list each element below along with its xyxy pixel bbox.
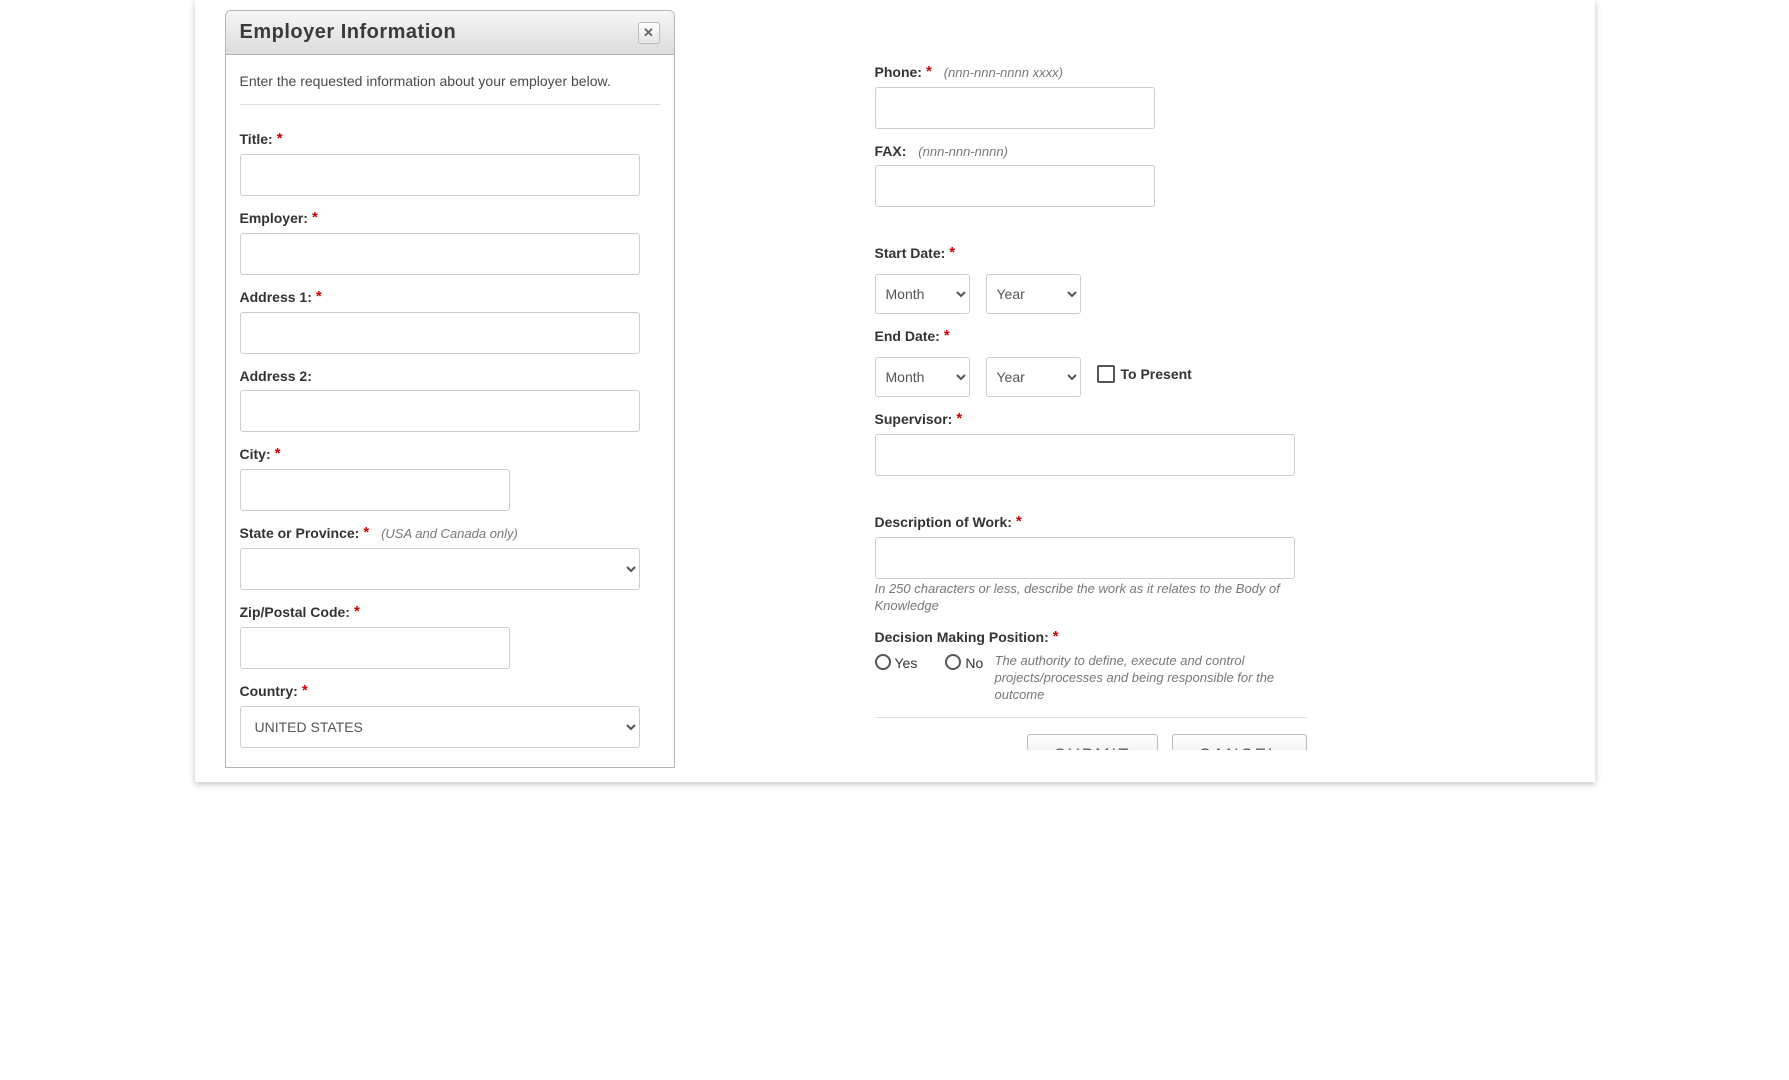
start-date-label: Start Date: <box>875 245 946 261</box>
right-column: Phone:* (nnn-nnn-nnnn xxxx) FAX: (nnn-nn… <box>875 10 1325 768</box>
field-title: Title:* <box>240 131 660 196</box>
state-label: State or Province: <box>240 525 360 541</box>
end-year-select[interactable]: Year <box>986 357 1081 397</box>
employer-input[interactable] <box>240 233 640 275</box>
field-decision: Decision Making Position:* Yes No The au… <box>875 629 1307 704</box>
employer-dialog: Employer Information ✕ Enter the request… <box>225 10 675 768</box>
field-start-date: Start Date:* Month Year <box>875 245 1307 314</box>
state-hint: (USA and Canada only) <box>373 526 518 541</box>
field-fax: FAX: (nnn-nnn-nnnn) <box>875 143 1307 207</box>
zip-input[interactable] <box>240 627 510 669</box>
country-label: Country: <box>240 683 298 699</box>
required-icon: * <box>273 130 283 147</box>
address2-input[interactable] <box>240 390 640 432</box>
end-month-select[interactable]: Month <box>875 357 970 397</box>
right-scroll[interactable]: Phone:* (nnn-nnn-nnnn xxxx) FAX: (nnn-nn… <box>875 10 1325 750</box>
field-supervisor: Supervisor:* <box>875 411 1307 476</box>
required-icon: * <box>359 524 369 541</box>
field-state: State or Province:* (USA and Canada only… <box>240 525 660 590</box>
city-input[interactable] <box>240 469 510 511</box>
required-icon: * <box>940 327 950 344</box>
to-present-label: To Present <box>1121 366 1192 382</box>
description-input[interactable] <box>875 537 1295 579</box>
fax-hint: (nnn-nnn-nnnn) <box>910 144 1008 159</box>
supervisor-label: Supervisor: <box>875 411 953 427</box>
field-end-date: End Date:* Month Year To Present <box>875 328 1307 397</box>
address2-label: Address 2: <box>240 368 312 384</box>
decision-no-label: No <box>965 655 983 671</box>
title-input[interactable] <box>240 154 640 196</box>
button-row: SUBMIT CANCEL <box>875 717 1307 750</box>
required-icon: * <box>298 682 308 699</box>
required-icon: * <box>1049 628 1059 645</box>
decision-yes-radio[interactable] <box>875 654 891 670</box>
submit-button[interactable]: SUBMIT <box>1027 734 1157 750</box>
dialog-body[interactable]: Enter the requested information about yo… <box>226 55 674 767</box>
dialog-intro: Enter the requested information about yo… <box>240 69 660 94</box>
state-select[interactable] <box>240 548 640 590</box>
to-present-checkbox[interactable] <box>1097 365 1115 383</box>
required-icon: * <box>945 244 955 261</box>
field-employer: Employer:* <box>240 210 660 275</box>
field-description: Description of Work:* In 250 characters … <box>875 514 1307 615</box>
required-icon: * <box>922 63 932 80</box>
start-month-select[interactable]: Month <box>875 274 970 314</box>
required-icon: * <box>1012 513 1022 530</box>
field-address1: Address 1:* <box>240 289 660 354</box>
field-zip: Zip/Postal Code:* <box>240 604 660 669</box>
end-date-label: End Date: <box>875 328 940 344</box>
field-address2: Address 2: <box>240 368 660 432</box>
form-frame: Employer Information ✕ Enter the request… <box>195 0 1595 782</box>
country-select[interactable]: UNITED STATES <box>240 706 640 748</box>
decision-help: The authority to define, execute and con… <box>875 653 1307 704</box>
decision-yes-label: Yes <box>895 655 918 671</box>
cancel-button[interactable]: CANCEL <box>1172 734 1307 750</box>
description-help: In 250 characters or less, describe the … <box>875 581 1307 615</box>
phone-hint: (nnn-nnn-nnnn xxxx) <box>936 65 1063 80</box>
description-label: Description of Work: <box>875 514 1012 530</box>
start-year-select[interactable]: Year <box>986 274 1081 314</box>
decision-label: Decision Making Position: <box>875 629 1049 645</box>
address1-label: Address 1: <box>240 289 312 305</box>
divider <box>240 104 660 105</box>
phone-label: Phone: <box>875 64 922 80</box>
required-icon: * <box>308 209 318 226</box>
field-city: City:* <box>240 446 660 511</box>
fax-label: FAX: <box>875 143 907 159</box>
phone-input[interactable] <box>875 87 1155 129</box>
left-column: Employer Information ✕ Enter the request… <box>225 10 675 768</box>
required-icon: * <box>952 410 962 427</box>
supervisor-input[interactable] <box>875 434 1295 476</box>
required-icon: * <box>271 445 281 462</box>
required-icon: * <box>350 603 360 620</box>
city-label: City: <box>240 446 271 462</box>
field-country: Country:* UNITED STATES <box>240 683 660 748</box>
title-label: Title: <box>240 131 273 147</box>
address1-input[interactable] <box>240 312 640 354</box>
zip-label: Zip/Postal Code: <box>240 604 350 620</box>
dialog-title: Employer Information <box>240 21 457 44</box>
dialog-titlebar: Employer Information ✕ <box>226 11 674 55</box>
fax-input[interactable] <box>875 165 1155 207</box>
close-icon[interactable]: ✕ <box>638 22 660 44</box>
employer-label: Employer: <box>240 210 308 226</box>
field-phone: Phone:* (nnn-nnn-nnnn xxxx) <box>875 64 1307 129</box>
required-icon: * <box>312 288 322 305</box>
decision-no-radio[interactable] <box>945 654 961 670</box>
